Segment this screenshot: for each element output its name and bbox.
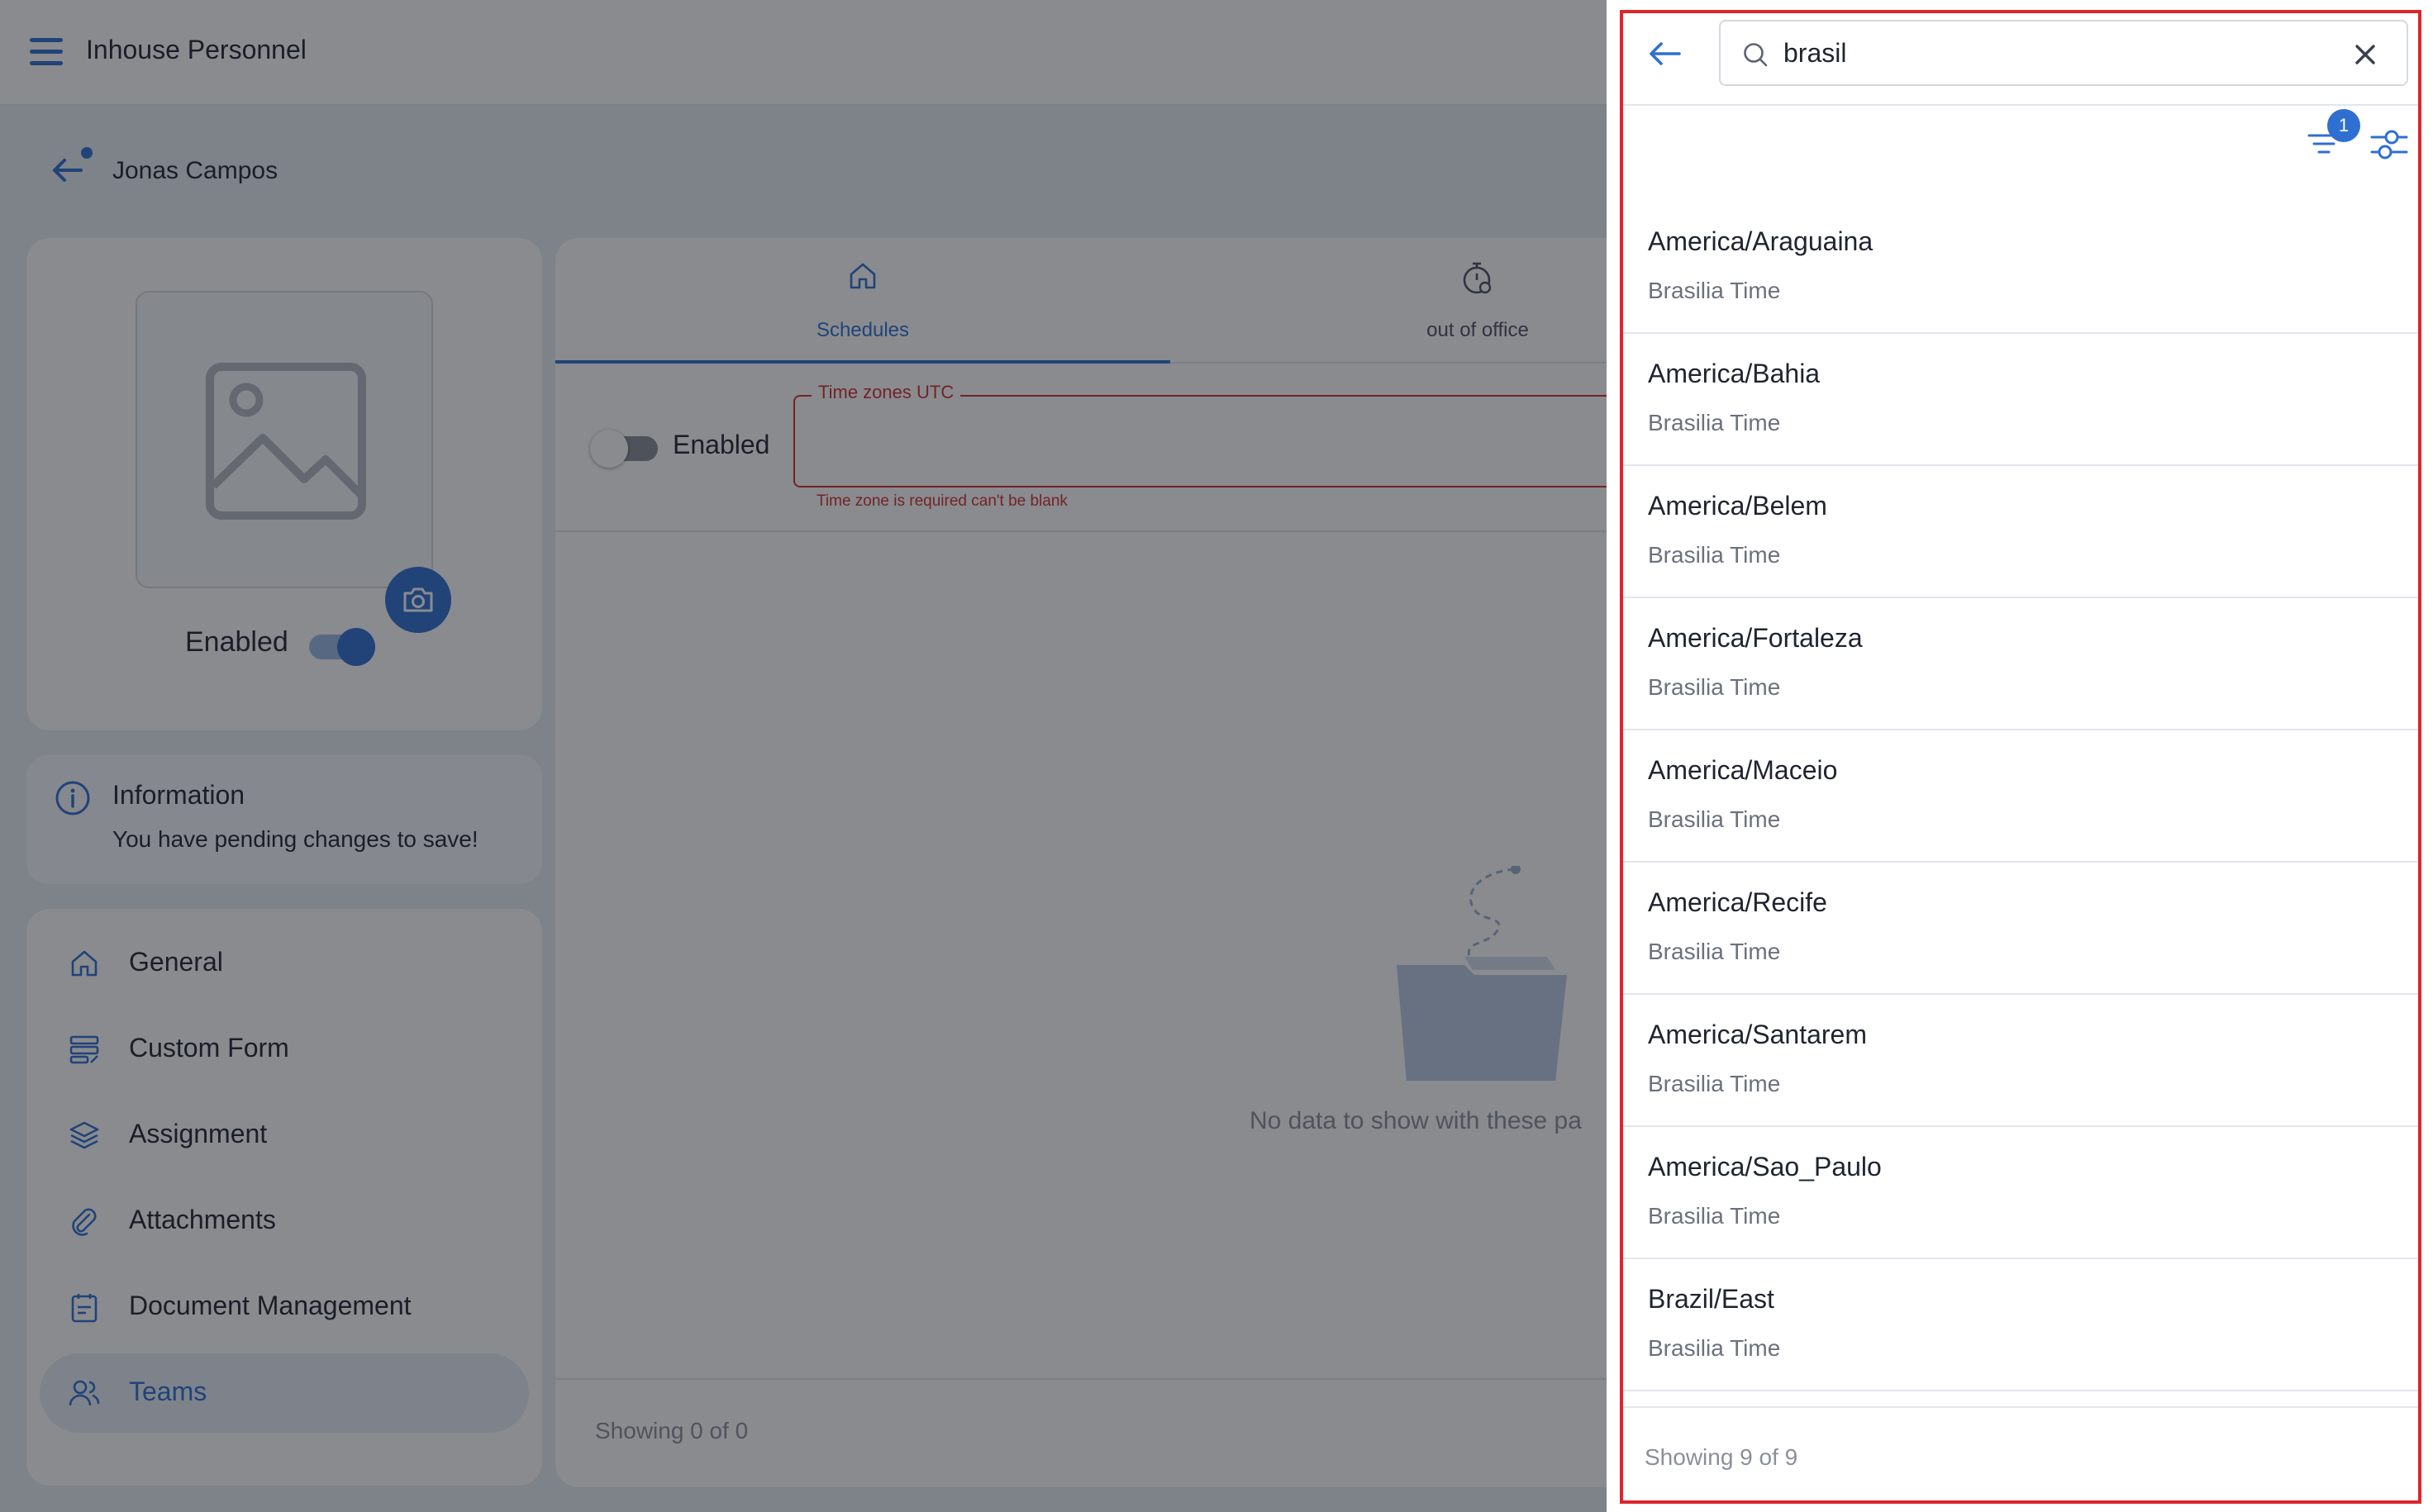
modal-overlay[interactable] <box>0 0 1607 1512</box>
timezone-option[interactable]: America/Araguaina Brasilia Time <box>1620 202 2421 334</box>
timezone-description: Brasilia Time <box>1648 1071 1781 1096</box>
timezone-description: Brasilia Time <box>1648 1335 1781 1361</box>
filter-count-badge: 1 <box>2327 109 2360 142</box>
timezone-name: America/Fortaleza <box>1648 623 1863 653</box>
timezone-option[interactable]: America/Fortaleza Brasilia Time <box>1620 598 2421 730</box>
panel-header-divider <box>1620 104 2421 106</box>
timezone-description: Brasilia Time <box>1648 939 1781 964</box>
back-arrow-icon[interactable] <box>1645 33 1686 74</box>
timezone-name: America/Maceio <box>1648 755 1838 785</box>
timezone-name: Brazil/East <box>1648 1284 1774 1314</box>
timezone-description: Brasilia Time <box>1648 806 1781 832</box>
timezone-description: Brasilia Time <box>1648 278 1781 303</box>
panel-footer-divider <box>1620 1406 2421 1408</box>
search-icon <box>1744 43 1768 67</box>
timezone-description: Brasilia Time <box>1648 1203 1781 1229</box>
timezone-option[interactable]: America/Belem Brasilia Time <box>1620 466 2421 598</box>
timezone-list: America/Araguaina Brasilia Time America/B… <box>1607 202 2433 1391</box>
sliders-icon[interactable] <box>2369 124 2410 165</box>
timezone-name: America/Recife <box>1648 887 1827 917</box>
showing-count: Showing 9 of 9 <box>1645 1444 1798 1470</box>
timezone-name: America/Belem <box>1648 491 1827 521</box>
timezone-option[interactable]: America/Bahia Brasilia Time <box>1620 334 2421 466</box>
timezone-name: America/Araguaina <box>1648 226 1874 256</box>
timezone-option[interactable]: America/Sao_Paulo Brasilia Time <box>1620 1127 2421 1259</box>
search-field[interactable] <box>1719 20 2408 86</box>
timezone-description: Brasilia Time <box>1648 542 1781 568</box>
timezone-name: America/Santarem <box>1648 1020 1867 1049</box>
timezone-option[interactable]: America/Santarem Brasilia Time <box>1620 995 2421 1127</box>
timezone-description: Brasilia Time <box>1648 410 1781 435</box>
timezone-name: America/Sao_Paulo <box>1648 1152 1882 1182</box>
close-icon[interactable] <box>2350 40 2380 69</box>
search-input[interactable] <box>1782 33 2311 73</box>
timezone-picker-panel: 1 America/Araguaina Brasilia Time America… <box>1607 0 2433 1512</box>
timezone-option[interactable]: America/Maceio Brasilia Time <box>1620 730 2421 863</box>
timezone-option[interactable]: America/Recife Brasilia Time <box>1620 863 2421 995</box>
timezone-name: America/Bahia <box>1648 359 1821 388</box>
timezone-description: Brasilia Time <box>1648 674 1781 700</box>
timezone-option[interactable]: Brazil/East Brasilia Time <box>1620 1259 2421 1391</box>
